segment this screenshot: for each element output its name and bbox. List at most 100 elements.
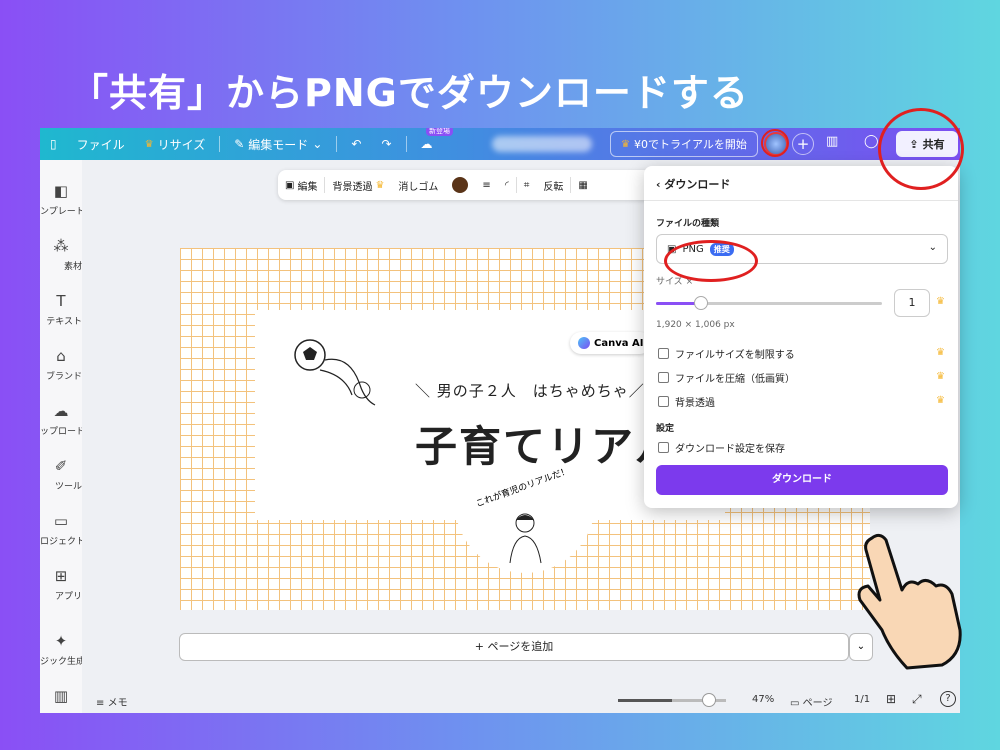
corner-icon: ◜: [504, 179, 509, 191]
add-collaborator-button[interactable]: +: [792, 133, 814, 155]
chevron-left-icon: ‹: [656, 178, 661, 191]
sidebar-item-magic-media[interactable]: ✦ ジック生成: [40, 632, 82, 667]
crop-icon: ⌗: [523, 179, 530, 191]
sidebar-item-uploads[interactable]: ☁ ップロード: [40, 402, 82, 437]
fullscreen-icon: ⤢: [912, 692, 922, 706]
sidebar-item-text[interactable]: T テキスト: [40, 292, 82, 327]
crown-icon: ♛: [936, 296, 945, 307]
transparency-button[interactable]: ▦: [571, 180, 594, 191]
png-highlight-ring: [664, 240, 758, 282]
crown-icon: ♛: [936, 371, 945, 382]
sidebar-item-tools[interactable]: ✐ ツール: [40, 457, 82, 492]
sidebar-item-templates[interactable]: ◧ ンプレート: [40, 182, 82, 217]
crop-button[interactable]: ⌗: [517, 180, 537, 191]
share-highlight-ring: [878, 108, 964, 190]
design-circle-card: これが育児のリアルだ！: [455, 466, 595, 573]
crown-icon: ♛: [936, 395, 945, 406]
size-slider-thumb[interactable]: [694, 296, 708, 310]
corner-rounding-button[interactable]: ◜: [498, 180, 516, 191]
crown-icon: ♛: [144, 138, 154, 150]
sidebar-item-elements[interactable]: ⁂ 素材: [40, 237, 83, 272]
avatar-highlight-ring: [761, 129, 789, 157]
canva-ai-chip[interactable]: Canva AI: [570, 332, 652, 354]
size-slider[interactable]: [656, 302, 882, 305]
folder-icon: ▭: [53, 512, 69, 530]
bottom-bar: ≡ メモ 47% ▭ ページ 1/1 ⊞ ⤢ ?: [82, 688, 960, 713]
image-edit-toolbar: ▣ 編集 背景透過 ♛ 消しゴム ≡ ◜ ⌗ 反転 ▦: [278, 170, 688, 200]
redo-button[interactable]: ↷: [371, 137, 401, 151]
undo-icon: ↶: [351, 137, 362, 151]
undo-button[interactable]: ↶: [341, 137, 371, 151]
resize-button[interactable]: ♛ リサイズ: [135, 136, 216, 153]
crown-icon: ♛: [621, 138, 630, 150]
download-panel: ‹ ダウンロード ファイルの種類 ▣ PNG 推奨 ⌄ サイズ × 1 ♛ 1,…: [644, 166, 958, 508]
color-swatch[interactable]: [445, 177, 475, 193]
chevron-down-icon: ⌄: [312, 137, 323, 151]
eraser-button[interactable]: 消しゴム: [391, 178, 445, 193]
file-type-label: ファイルの種類: [656, 219, 720, 229]
insights-button[interactable]: ▥: [826, 134, 838, 149]
download-back-button[interactable]: ‹ ダウンロード: [656, 176, 730, 192]
sidebar-item-projects[interactable]: ▭ ロジェクト: [40, 512, 82, 547]
sidebar-item-analytics[interactable]: ▥: [40, 687, 82, 709]
edit-mode-dropdown[interactable]: ✎ 編集モード ⌄: [224, 136, 332, 153]
redo-icon: ↷: [381, 137, 392, 151]
left-sidebar: ◧ ンプレート ⁂ 素材 T テキスト ⌂ ブランド ☁ ップロード ✐ ツール ▭ ロジェク…: [40, 160, 82, 713]
zoom-slider-knob[interactable]: [702, 693, 716, 707]
bg-remove-button[interactable]: 背景透過 ♛: [325, 178, 391, 193]
notes-button[interactable]: ≡ メモ: [96, 694, 128, 709]
notes-icon: ≡: [96, 698, 105, 709]
grid-view-button[interactable]: ⊞: [886, 692, 896, 706]
new-badge: 新登場: [426, 128, 453, 136]
download-button[interactable]: ダウンロード: [656, 465, 948, 495]
cloud-save-button[interactable]: ☁: [411, 137, 443, 151]
pages-button[interactable]: ▭ ページ: [790, 694, 832, 709]
trial-button[interactable]: ♛ ¥0でトライアルを開始: [610, 131, 758, 157]
border-style-button[interactable]: ≡: [475, 180, 497, 191]
bar-chart-icon: ▥: [53, 687, 69, 705]
output-dimensions: 1,920 × 1,006 px: [656, 320, 735, 330]
size-input[interactable]: 1: [894, 289, 930, 317]
pointing-hand-illustration: [857, 533, 962, 670]
comment-button[interactable]: ◯: [864, 134, 879, 149]
cloud-check-icon: ☁: [420, 137, 433, 151]
boy-illustration: [509, 513, 542, 564]
save-settings-checkbox[interactable]: ダウンロード設定を保存: [658, 440, 785, 455]
checker-icon: ▦: [578, 179, 588, 191]
crown-icon: ♛: [375, 179, 385, 191]
brand-icon: ⌂: [56, 347, 66, 365]
image-icon: ▣: [285, 179, 295, 191]
sidebar-item-apps[interactable]: ⊞ アプリ: [40, 567, 82, 602]
comment-icon: ◯: [864, 134, 879, 149]
top-bar: ▯ ファイル ♛ リサイズ ✎ 編集モード ⌄ ↶ ↷ ☁ 新登場 ♛ ¥0でトライアル…: [40, 128, 960, 160]
transparent-bg-checkbox[interactable]: 背景透過: [658, 394, 715, 409]
fullscreen-button[interactable]: ⤢: [912, 692, 922, 707]
apps-icon: ⊞: [54, 567, 68, 585]
canva-ai-icon: [578, 337, 590, 349]
add-page-button[interactable]: + ページを追加: [179, 633, 849, 661]
shapes-icon: ⁂: [53, 237, 69, 255]
sidebar-toggle-button[interactable]: ▯: [40, 137, 67, 151]
panel-icon: ▯: [50, 137, 57, 151]
pages-icon: ▭: [790, 698, 800, 709]
file-menu[interactable]: ファイル: [67, 136, 135, 153]
settings-label: 設定: [656, 424, 675, 434]
chevron-down-icon: ⌄: [928, 242, 937, 253]
text-icon: T: [56, 292, 66, 310]
page-count: 1/1: [854, 694, 871, 705]
sidebar-item-brand[interactable]: ⌂ ブランド: [40, 347, 82, 382]
pencil-icon: ✎: [234, 137, 245, 151]
lines-icon: ≡: [482, 179, 491, 191]
help-icon: ?: [945, 693, 951, 704]
flip-button[interactable]: 反転: [536, 178, 570, 193]
compress-file-checkbox[interactable]: ファイルを圧縮（低画質）: [658, 370, 795, 385]
zoom-level[interactable]: 47%: [752, 694, 774, 705]
help-button[interactable]: ?: [940, 691, 956, 707]
soccer-ball-illustration: [294, 339, 376, 406]
magic-media-icon: ✦: [54, 632, 68, 650]
design-subtitle: ＼ 男の子２人 はちゃめちゃ／: [415, 382, 645, 400]
design-title-blurred[interactable]: [492, 136, 592, 152]
grid-icon: ⊞: [886, 692, 897, 706]
edit-image-button[interactable]: ▣ 編集: [278, 178, 324, 193]
limit-file-size-checkbox[interactable]: ファイルサイズを制限する: [658, 346, 795, 361]
